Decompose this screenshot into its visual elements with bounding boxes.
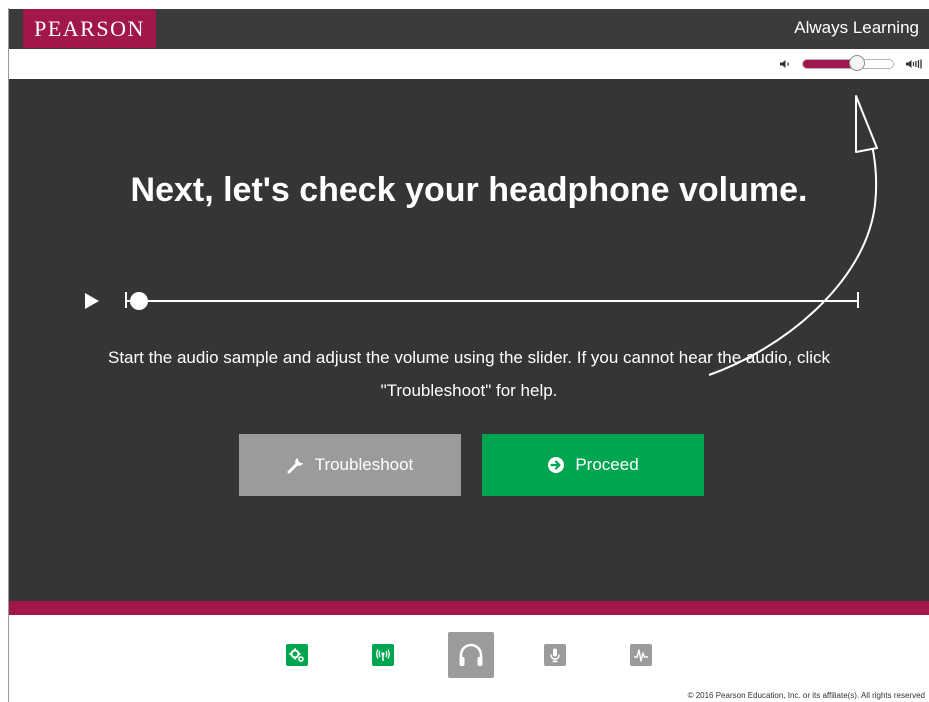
play-icon[interactable] [84,292,100,310]
proceed-button[interactable]: Proceed [482,434,704,496]
volume-slider[interactable] [802,55,894,71]
audio-track-end [857,292,859,308]
audio-progress-track[interactable] [126,300,858,302]
troubleshoot-label: Troubleshoot [314,455,414,474]
logo-text: PEARSON [34,15,145,41]
proceed-label: Proceed [575,455,639,474]
step-microphone[interactable] [544,644,566,666]
audio-progress-thumb[interactable] [130,292,148,310]
pearson-logo: PEARSON [23,9,156,48]
tagline: Always Learning [794,18,919,37]
copyright-text: © 2016 Pearson Education, Inc. or its af… [687,691,925,700]
arrow-circle-right-icon [548,457,565,473]
header-bar: PEARSON Always Learning [9,9,929,49]
progress-steps [0,615,929,685]
troubleshoot-button[interactable]: Troubleshoot [239,434,461,496]
speaker-low-icon[interactable] [779,59,793,69]
instructions-line-2: "Troubleshoot" for help. [380,381,558,400]
instructions-text: Start the audio sample and adjust the vo… [29,341,909,407]
volume-slider-thumb[interactable] [849,55,865,71]
step-recording[interactable] [630,644,652,666]
microphone-icon [550,648,560,663]
headphones-icon [459,643,483,666]
wrench-icon [287,458,303,474]
wireless-icon [376,649,390,661]
speaker-high-icon[interactable] [905,59,923,69]
gears-icon [289,648,304,662]
system-check-page: PEARSON Always Learning Next, let's chec… [0,0,929,702]
step-connection[interactable] [372,644,394,666]
main-panel: Next, let's check your headphone volume.… [9,79,929,601]
page-title: Next, let's check your headphone volume. [130,171,808,209]
step-headphones[interactable] [448,632,494,678]
step-settings[interactable] [286,644,308,666]
waveform-icon [634,649,648,662]
instructions-line-1: Start the audio sample and adjust the vo… [108,348,830,367]
accent-bar [9,601,929,615]
volume-control-row [9,49,929,79]
